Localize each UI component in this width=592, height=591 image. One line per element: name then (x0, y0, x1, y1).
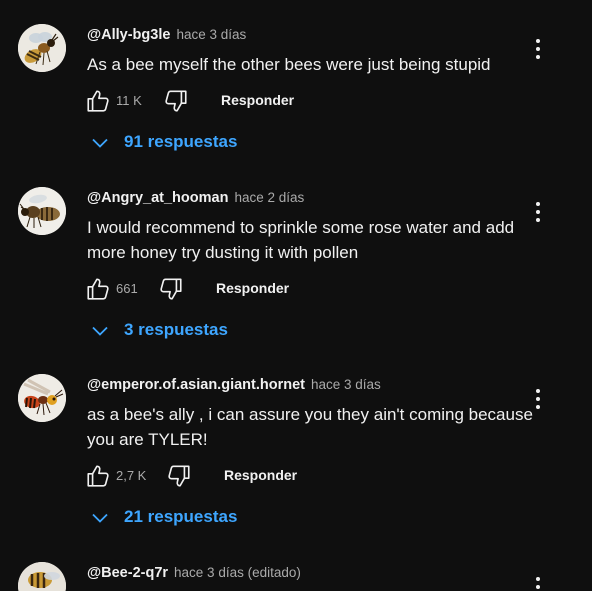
comment-thread: @Ally-bg3le hace 3 días As a bee myself t… (0, 24, 592, 164)
comment-thread: @emperor.of.asian.giant.hornet hace 3 día… (0, 374, 592, 538)
view-replies-button[interactable]: 21 respuestas (88, 504, 248, 532)
hornet-avatar-icon (18, 374, 66, 422)
comment-header: @emperor.of.asian.giant.hornet hace 3 día… (87, 376, 381, 394)
comment-header: @Ally-bg3le hace 3 días (87, 26, 246, 44)
comment-header: @Bee-2-q7r hace 3 días (editado) (87, 564, 301, 582)
bee-avatar-icon (18, 562, 66, 591)
comment-text: As a bee myself the other bees were just… (87, 55, 491, 74)
chevron-down-icon (92, 138, 108, 148)
comment-time[interactable]: hace 3 días (311, 377, 381, 392)
avatar[interactable] (18, 24, 66, 72)
reply-button[interactable]: Responder (221, 92, 294, 108)
thumbs-up-icon[interactable] (85, 276, 111, 302)
bee-avatar-icon (18, 24, 66, 72)
thumbs-down-icon[interactable] (163, 88, 189, 114)
author-name[interactable]: @Angry_at_hooman (87, 190, 228, 206)
avatar[interactable] (18, 187, 66, 235)
chevron-down-icon (92, 513, 108, 523)
more-actions-icon[interactable] (527, 34, 549, 64)
comment-thread: @Angry_at_hooman hace 2 días I would reco… (0, 187, 592, 351)
comment-text: I would recommend to sprinkle some rose … (87, 218, 515, 262)
view-replies-button[interactable]: 91 respuestas (88, 129, 248, 157)
comment-actions: 2,7 K Responder (85, 463, 315, 489)
thumbs-down-icon[interactable] (158, 276, 184, 302)
more-actions-icon[interactable] (527, 384, 549, 414)
bee-avatar-icon (18, 187, 66, 235)
thumbs-up-icon[interactable] (85, 463, 111, 489)
comment-time[interactable]: hace 3 días (176, 27, 246, 42)
replies-count-label: 3 respuestas (124, 320, 228, 339)
author-name[interactable]: @Bee-2-q7r (87, 565, 168, 581)
author-name[interactable]: @emperor.of.asian.giant.hornet (87, 377, 305, 393)
thumbs-up-icon[interactable] (85, 88, 111, 114)
reply-button[interactable]: Responder (224, 467, 297, 483)
comments-section: @Ally-bg3le hace 3 días As a bee myself t… (0, 0, 592, 591)
more-actions-icon[interactable] (527, 572, 549, 591)
comment-header: @Angry_at_hooman hace 2 días (87, 189, 304, 207)
avatar[interactable] (18, 374, 66, 422)
chevron-down-icon (92, 326, 108, 336)
avatar[interactable] (18, 562, 66, 591)
like-count: 2,7 K (116, 468, 147, 483)
reply-button[interactable]: Responder (216, 280, 289, 296)
comment-actions: 661 Responder (85, 276, 315, 302)
replies-count-label: 91 respuestas (124, 132, 238, 151)
author-name[interactable]: @Ally-bg3le (87, 27, 170, 43)
like-count: 11 K (116, 93, 142, 108)
more-actions-icon[interactable] (527, 197, 549, 227)
replies-count-label: 21 respuestas (124, 507, 238, 526)
comment-actions: 11 K Responder (85, 88, 315, 114)
comment-time[interactable]: hace 3 días (editado) (174, 565, 301, 580)
like-count: 661 (116, 281, 138, 296)
comment-text: as a bee's ally , i can assure you they … (87, 405, 533, 449)
view-replies-button[interactable]: 3 respuestas (88, 317, 238, 345)
thumbs-down-icon[interactable] (166, 463, 192, 489)
comment-thread: @Bee-2-q7r hace 3 días (editado) (0, 562, 592, 591)
comment-time[interactable]: hace 2 días (234, 190, 304, 205)
